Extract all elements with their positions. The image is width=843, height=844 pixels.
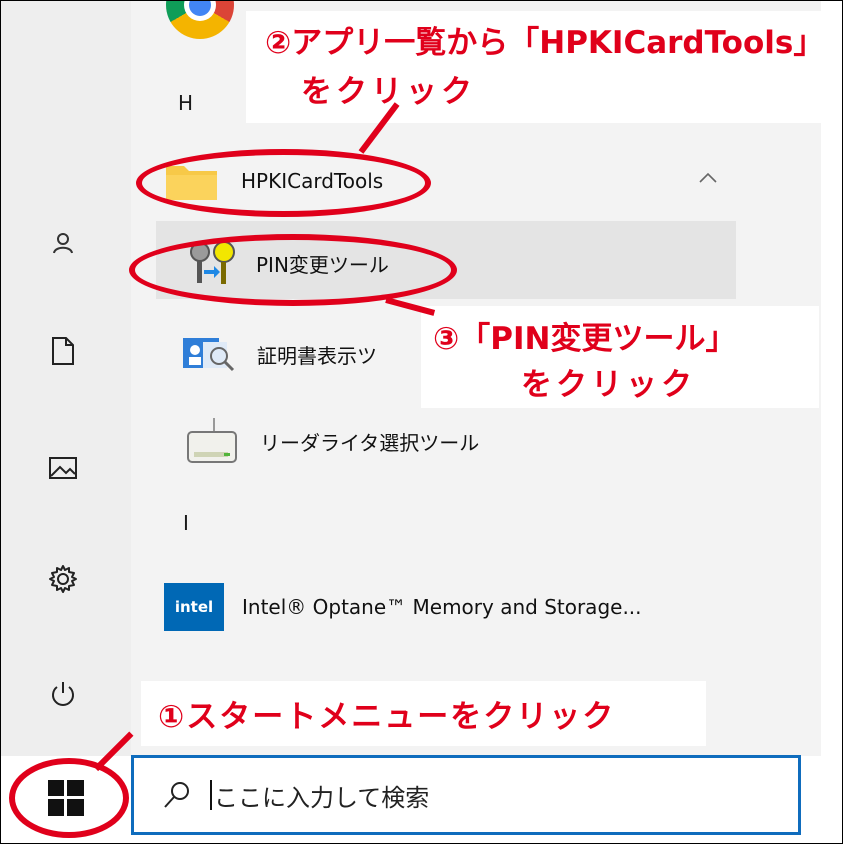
search-icon xyxy=(164,782,189,808)
card-reader-icon xyxy=(187,418,237,463)
app-label: リーダライタ選択ツール xyxy=(260,430,480,455)
highlight-ring-start xyxy=(9,758,129,838)
documents-icon[interactable] xyxy=(46,334,80,368)
highlight-ring-folder xyxy=(136,149,431,217)
text-caret xyxy=(210,780,212,810)
highlight-ring-pin-tool xyxy=(129,234,457,306)
annotation-step3-line2: をクリック xyxy=(521,359,696,404)
start-menu-screenshot: H HPKICardTools PIN変更ツール 証明書表示ツ リーダライタ選択… xyxy=(0,0,843,844)
app-reader-writer-select[interactable]: リーダライタ選択ツール xyxy=(184,416,479,466)
app-intel-optane[interactable]: intel Intel® Optane™ Memory and Storage.… xyxy=(164,583,642,631)
user-account-icon[interactable] xyxy=(46,226,80,260)
group-letter-h[interactable]: H xyxy=(178,91,193,115)
certificate-viewer-icon xyxy=(183,338,235,372)
start-left-rail xyxy=(1,1,131,756)
search-placeholder: ここに入力して検索 xyxy=(214,783,430,812)
annotation-step2-line2: をクリック xyxy=(301,66,476,111)
right-margin xyxy=(821,1,842,843)
group-letter-i[interactable]: I xyxy=(183,511,189,535)
pictures-icon[interactable] xyxy=(46,451,80,485)
intel-logo-text: intel xyxy=(174,598,214,616)
chevron-up-icon[interactable] xyxy=(698,169,718,189)
annotation-step1: ①スタートメニューをクリック xyxy=(158,691,616,736)
annotation-step2-line1: ②アプリ一覧から「HPKICardTools」 xyxy=(265,17,825,62)
power-icon[interactable] xyxy=(46,677,80,711)
annotation-step3-line1: ③「PIN変更ツール」 xyxy=(433,313,737,358)
intel-logo-icon: intel xyxy=(164,583,224,631)
chrome-icon[interactable] xyxy=(166,1,234,39)
taskbar-search-box[interactable]: ここに入力して検索 xyxy=(131,755,801,835)
app-certificate-viewer[interactable]: 証明書表示ツ xyxy=(181,331,377,377)
app-label: Intel® Optane™ Memory and Storage... xyxy=(242,595,642,619)
app-label: 証明書表示ツ xyxy=(257,343,377,368)
settings-gear-icon[interactable] xyxy=(46,562,80,596)
